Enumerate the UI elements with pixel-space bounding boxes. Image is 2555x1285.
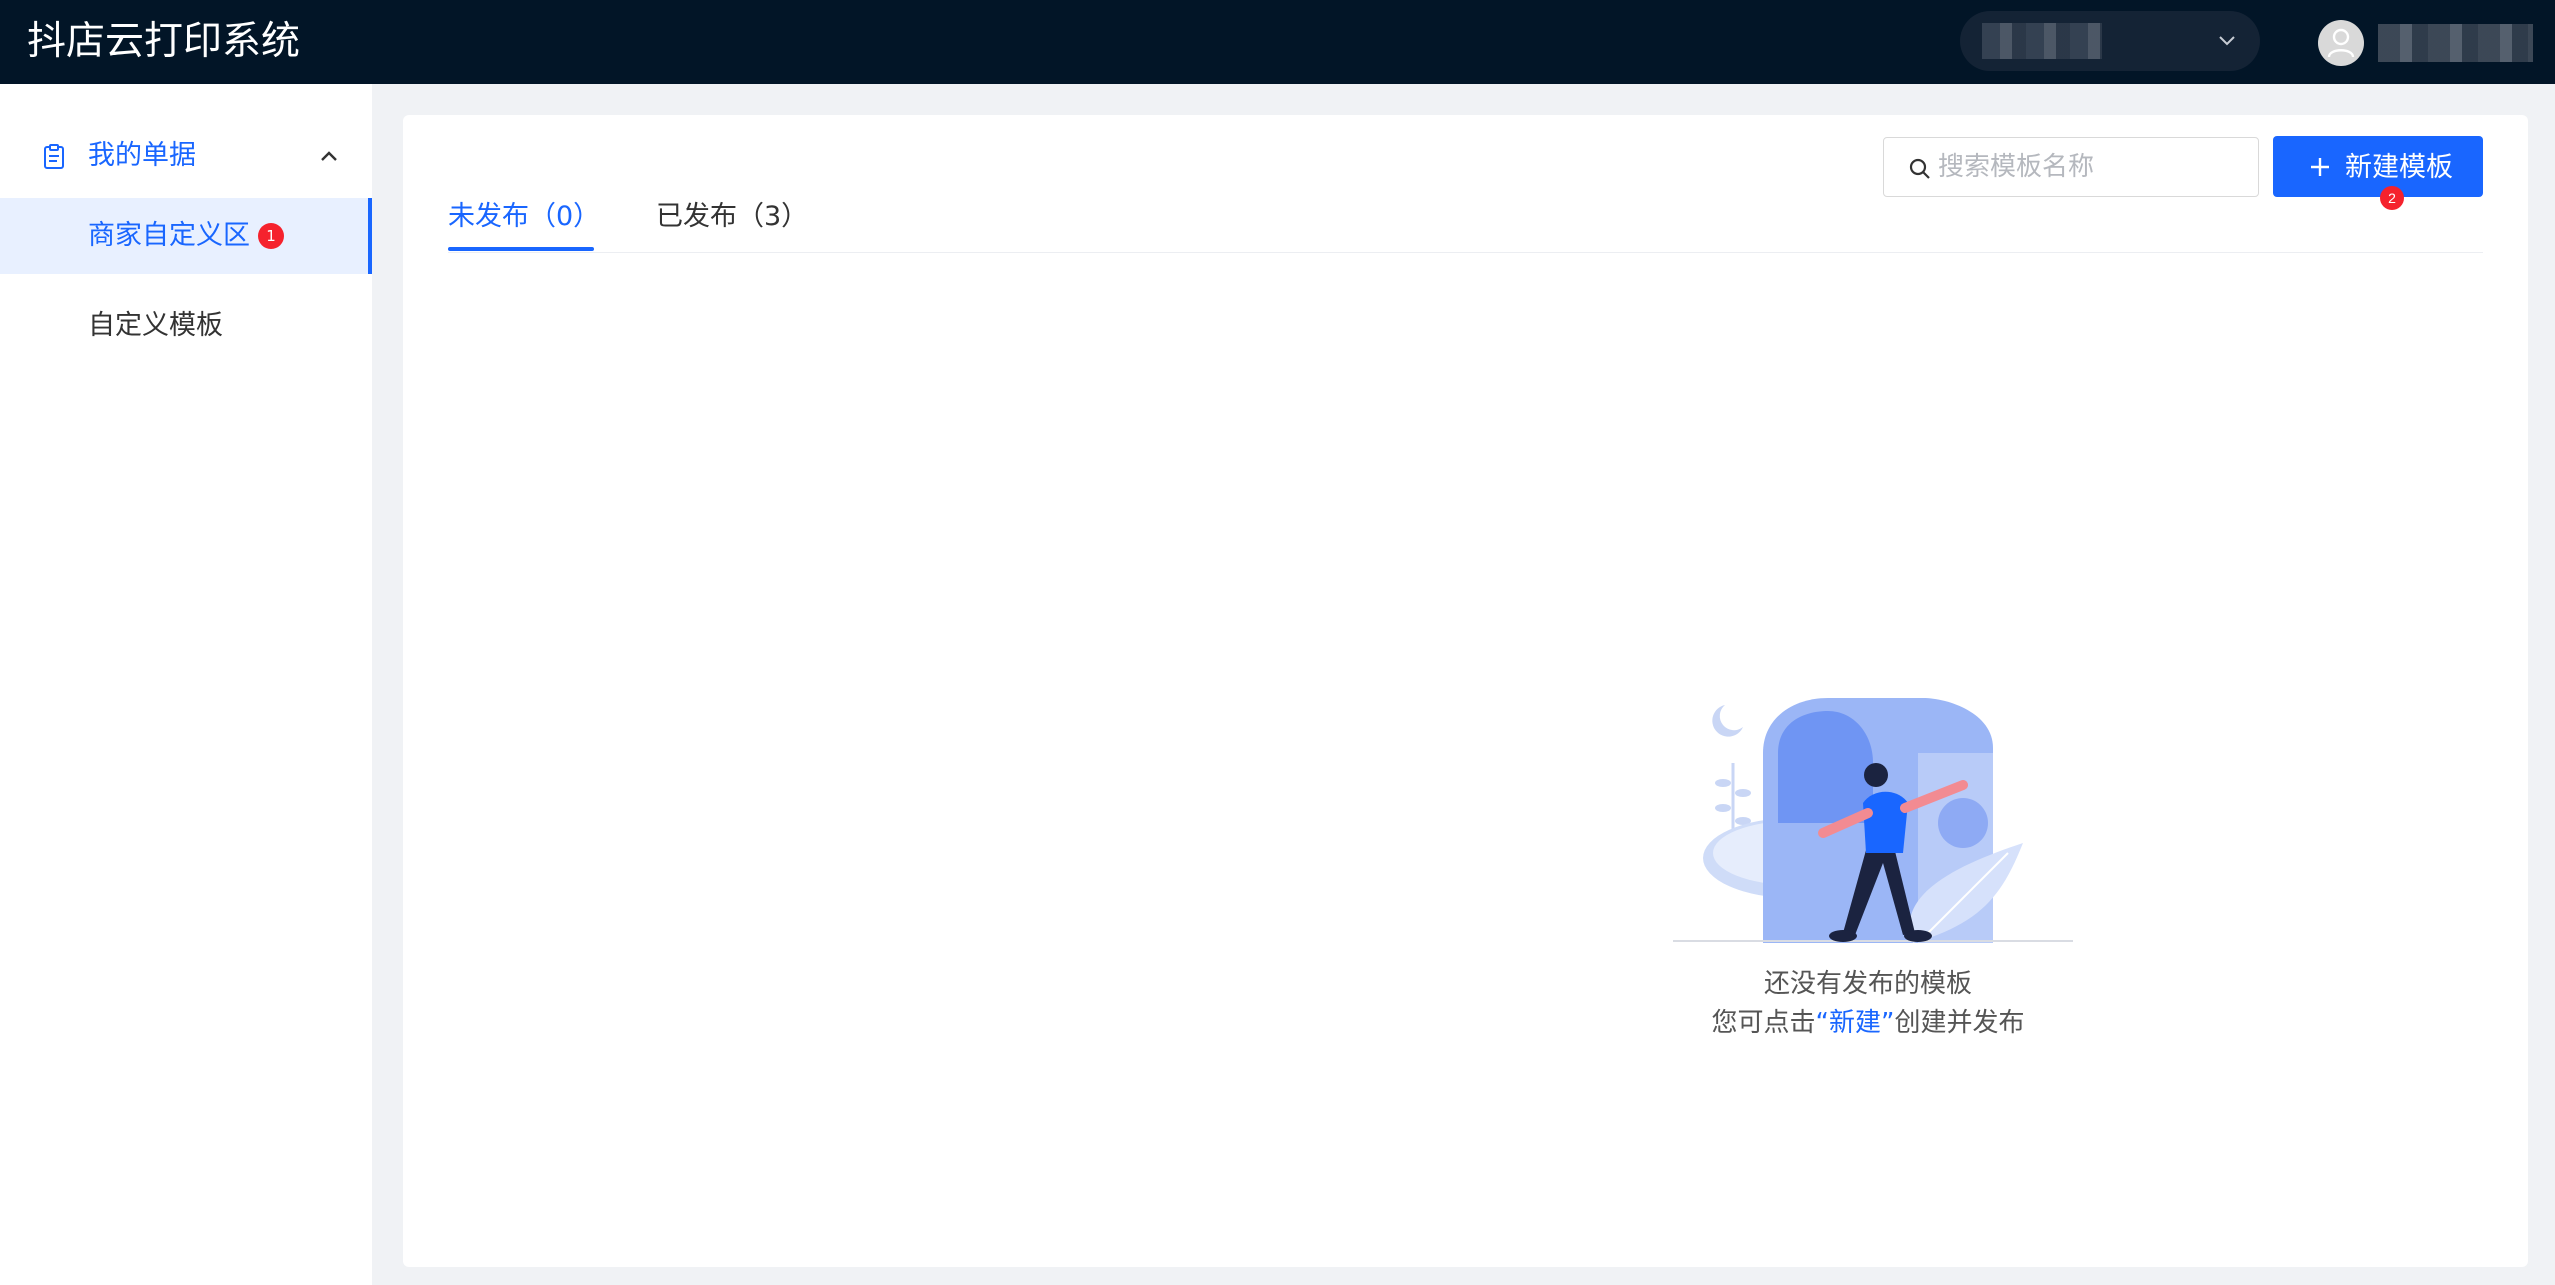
avatar[interactable] bbox=[2318, 20, 2364, 66]
empty-state-line1: 还没有发布的模板 bbox=[1763, 969, 1972, 999]
new-template-button[interactable]: 新建模板 2 bbox=[2273, 136, 2483, 210]
user-icon bbox=[2327, 28, 2355, 58]
step-badge: 2 bbox=[2380, 186, 2404, 210]
sidebar-item-label: 自定义模板 bbox=[88, 310, 223, 341]
empty-state-suffix: 创建并发布 bbox=[1894, 1008, 2025, 1038]
main-card: 未发布（0） 已发布（3） 新建模板 2 bbox=[403, 115, 2528, 1267]
search-input[interactable] bbox=[1938, 146, 2238, 188]
plus-icon bbox=[2311, 158, 2329, 176]
empty-state-new-link[interactable]: “新建” bbox=[1816, 1008, 1895, 1038]
sidebar-item-merchant-custom-area[interactable]: 商家自定义区 1 bbox=[0, 198, 372, 274]
notification-badge: 1 bbox=[258, 223, 284, 249]
sidebar-group-my-documents[interactable]: 我的单据 bbox=[0, 114, 372, 200]
shop-select[interactable] bbox=[1960, 11, 2260, 71]
sidebar-item-label: 商家自定义区 bbox=[88, 220, 250, 251]
user-name-redacted bbox=[2378, 24, 2533, 62]
empty-state-line2: 您可点击“新建”创建并发布 bbox=[1603, 1004, 2133, 1043]
shop-name-redacted bbox=[1982, 23, 2102, 59]
search-box[interactable] bbox=[1883, 137, 2259, 197]
sidebar: 我的单据 商家自定义区 1 自定义模板 bbox=[0, 84, 372, 1285]
sidebar-group-label: 我的单据 bbox=[88, 140, 196, 171]
document-icon bbox=[44, 144, 64, 169]
top-header: 抖店云打印系统 bbox=[0, 0, 2555, 84]
tab-unpublished[interactable]: 未发布（0） bbox=[448, 197, 600, 251]
empty-mailbox-illustration bbox=[1673, 698, 2073, 943]
chevron-up-icon[interactable] bbox=[318, 145, 340, 167]
empty-state-prefix: 您可点击 bbox=[1711, 1008, 1816, 1038]
search-icon bbox=[1909, 158, 1930, 179]
new-template-label: 新建模板 bbox=[2345, 152, 2453, 182]
chevron-down-icon bbox=[2219, 36, 2235, 46]
tab-published[interactable]: 已发布（3） bbox=[656, 197, 808, 237]
app-title: 抖店云打印系统 bbox=[27, 19, 301, 64]
sidebar-item-custom-template[interactable]: 自定义模板 bbox=[0, 288, 372, 364]
empty-state-message: 还没有发布的模板 您可点击“新建”创建并发布 bbox=[1603, 965, 2133, 1043]
